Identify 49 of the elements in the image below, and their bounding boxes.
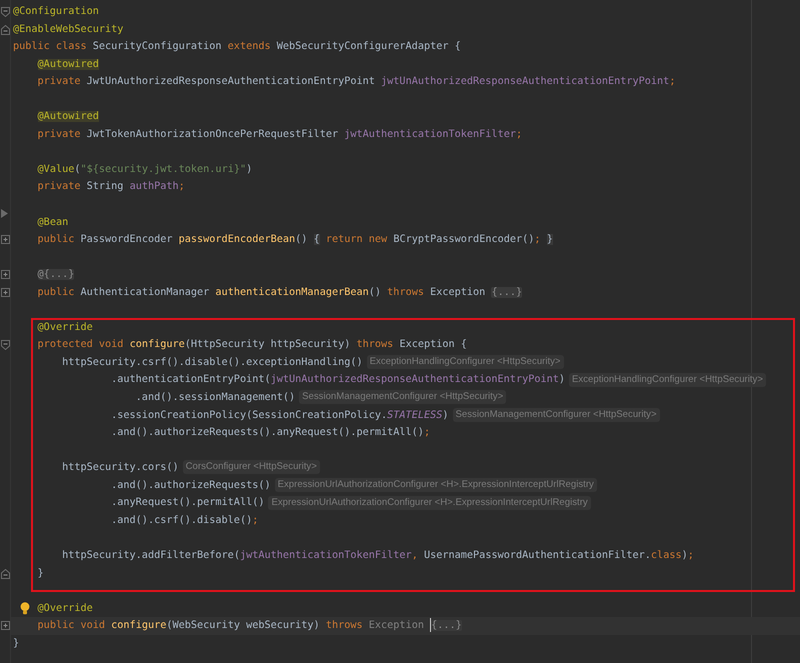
type-hint: ExceptionHandlingConfigurer <HttpSecurity>	[366, 355, 564, 370]
code-text: public class SecurityConfiguration extends WebSecurityConfigurerAdapter {	[13, 41, 461, 52]
type-hint: SessionManagementConfigurer <HttpSecurity>	[452, 408, 660, 422]
fold-icon[interactable]	[1, 7, 10, 17]
type-hint: ExceptionHandlingConfigurer <HttpSecurity>	[569, 372, 766, 387]
code-text: }	[13, 638, 20, 649]
code-text: .and().sessionManagement()	[136, 392, 296, 404]
code-text: .and().authorizeRequests()	[111, 480, 271, 491]
code-text: private JwtUnAuthorizedResponseAuthenticationEntryPoint jwtUnAuthorizedResponseAuthenticationEntryPoint;	[38, 76, 676, 88]
code-text: httpSecurity.addFilterBefore(jwtAuthenticationTokenFilter, UsernamePasswordAuthenticationFilter.class);	[62, 550, 694, 561]
code-text: }	[38, 568, 44, 578]
code-text: .sessionCreationPolicy(SessionCreationPolicy.STATELESS)	[111, 410, 448, 421]
code-text: @Autowired	[38, 111, 99, 122]
code-text: @Bean	[38, 216, 68, 228]
folded-code[interactable]: {...}	[431, 620, 462, 632]
code-text: public void configure(WebSecurity webSecurity) throws Exception	[38, 620, 425, 632]
fold-icon[interactable]	[1, 24, 10, 35]
lightbulb-icon[interactable]	[20, 602, 30, 615]
type-hint: ExpressionUrlAuthorizationConfigurer <H>.ExpressionInterceptUrlRegistry	[268, 496, 591, 510]
expand-icon[interactable]	[1, 270, 10, 280]
code-text: public PasswordEncoder passwordEncoderBean() { return new BCryptPasswordEncoder(); }	[38, 234, 553, 246]
code-text: .and().authorizeRequests().anyRequest().permitAll();	[111, 427, 430, 438]
code-text: @Autowired	[38, 58, 99, 70]
code-text: httpSecurity.cors()	[62, 462, 179, 474]
code-text: httpSecurity.csrf().disable().exceptionHandling()	[62, 356, 363, 368]
code-text: private String authPath;	[38, 181, 185, 192]
code-text: @Override	[38, 602, 93, 614]
type-hint: CorsConfigurer <HttpSecurity>	[182, 460, 320, 474]
code-text: private JwtTokenAuthorizationOncePerRequestFilter jwtAuthenticationTokenFilter;	[38, 128, 522, 140]
code-text: protected void configure(HttpSecurity httpSecurity) throws Exception {	[38, 339, 467, 350]
expand-icon[interactable]	[1, 288, 10, 297]
fold-icon[interactable]	[1, 340, 10, 350]
text-cursor	[430, 618, 432, 632]
play-arrow-icon[interactable]	[1, 209, 8, 218]
code-text: public AuthenticationManager authenticationManagerBean() throws Exception	[38, 286, 486, 298]
code-text: .anyRequest().permitAll()	[111, 497, 264, 508]
expand-icon[interactable]	[1, 621, 10, 630]
code-text: @EnableWebSecurity	[13, 24, 124, 35]
type-hint: SessionManagementConfigurer <HttpSecurity>	[299, 390, 506, 404]
expand-icon[interactable]	[1, 235, 10, 244]
folded-code[interactable]: @{...}	[38, 269, 74, 280]
code-text: .and().csrf().disable();	[111, 514, 258, 526]
fold-icon[interactable]	[1, 568, 10, 578]
folded-code[interactable]: {...}	[491, 286, 522, 298]
code-text: @Configuration	[13, 6, 99, 17]
code-text: .authenticationEntryPoint(jwtUnAuthorizedResponseAuthenticationEntryPoint)	[111, 374, 566, 386]
type-hint: ExpressionUrlAuthorizationConfigurer <H>.ExpressionInterceptUrlRegistry	[274, 478, 597, 492]
code-text: @Override	[38, 322, 93, 333]
code-text: @Value("${security.jwt.token.uri}")	[38, 164, 252, 175]
